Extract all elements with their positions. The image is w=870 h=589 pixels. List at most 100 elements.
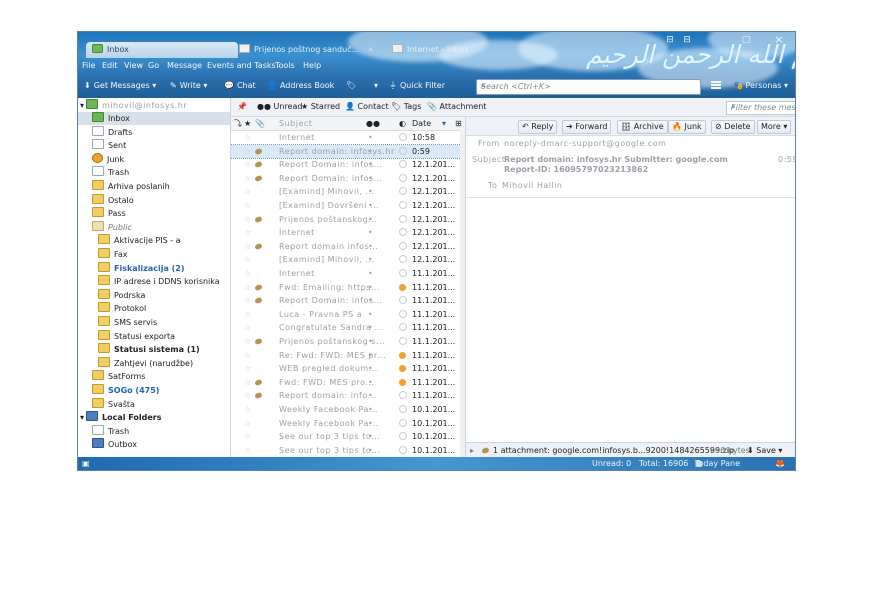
to-address[interactable]: Mihovil Hallin [502, 181, 562, 190]
unread-dot-icon[interactable]: • [368, 403, 373, 416]
close-tab-icon[interactable]: × [367, 45, 374, 54]
junk-flame-icon[interactable] [399, 281, 406, 294]
folder-item[interactable]: Junk [78, 152, 230, 166]
junk-button[interactable]: 🔥 Junk [668, 120, 706, 134]
star-toggle-icon[interactable]: ☆ [244, 389, 251, 402]
star-column-icon[interactable]: ★ [244, 117, 251, 130]
star-toggle-icon[interactable]: ☆ [244, 281, 251, 294]
thread-column-icon[interactable]: ⤵ [234, 117, 242, 130]
menu-message[interactable]: Message [167, 61, 202, 70]
date-column-header[interactable]: Date [412, 117, 431, 130]
star-toggle-icon[interactable]: ☆ [244, 321, 251, 334]
message-row[interactable]: ☆ See our top 3 tips to... • 10.1.201... [231, 444, 465, 457]
message-row[interactable]: ☆ Luca - Pravna PS a • 11.1.201... [231, 308, 465, 321]
read-status-icon[interactable] [399, 240, 407, 253]
search-icon[interactable]: ⌕ [731, 102, 795, 112]
message-row[interactable]: ☆ WEB pregled dokum... • 11.1.201... [231, 362, 465, 375]
read-status-icon[interactable] [399, 253, 407, 266]
folder-item[interactable]: Statusi sistema (1) [78, 343, 230, 356]
star-toggle-icon[interactable]: ☆ [244, 240, 251, 253]
star-toggle-icon[interactable]: ☆ [244, 362, 251, 375]
folder-item[interactable]: Aktivacije PIS - a [78, 234, 230, 247]
read-status-icon[interactable] [399, 145, 407, 158]
star-toggle-icon[interactable]: ☆ [244, 267, 251, 280]
chevron-down-icon[interactable]: ▾ [203, 81, 207, 90]
folder-item[interactable]: Fax [78, 248, 230, 261]
star-toggle-icon[interactable]: ☆ [244, 226, 251, 239]
folder-item[interactable]: Statusi exporta [78, 329, 230, 343]
tab-prijenos[interactable]: Prijenos poštnog sanduč... × [233, 42, 380, 58]
unread-dot-icon[interactable]: • [368, 185, 373, 198]
personas-button[interactable]: 🎭 Personas ▾ [733, 77, 788, 95]
message-row[interactable]: ☆ Internet • 12.1.201... [231, 226, 465, 239]
star-toggle-icon[interactable]: ☆ [244, 403, 251, 416]
read-status-icon[interactable] [399, 226, 407, 239]
message-row[interactable]: ☆ Prijenos poštanskog... • 12.1.201... [231, 213, 465, 226]
read-status-icon[interactable] [399, 294, 407, 307]
search-icon[interactable]: ⌕ [481, 81, 696, 91]
unread-dot-icon[interactable]: • [368, 376, 373, 389]
contact-filter[interactable]: 👤 Contact [345, 102, 389, 111]
read-status-icon[interactable] [399, 172, 407, 185]
message-row[interactable]: ☆ Report domain infos... • 12.1.201... [231, 240, 465, 253]
junk-flame-icon[interactable] [399, 362, 406, 375]
filter-messages-input[interactable]: Filter these messages <Ctrl+Shift+K> ⌕ [726, 101, 795, 115]
star-toggle-icon[interactable]: ☆ [244, 308, 251, 321]
unread-filter[interactable]: ●● Unread [257, 102, 302, 111]
unread-dot-icon[interactable]: • [368, 389, 373, 402]
reply-button[interactable]: ↶ Reply [518, 120, 558, 134]
message-row[interactable]: ☆ Report domain: infosys.hr • 0:59 [231, 143, 465, 159]
star-toggle-icon[interactable]: ☆ [244, 199, 251, 212]
unread-column-icon[interactable]: ●● [366, 117, 380, 130]
star-toggle-icon[interactable]: ☆ [244, 417, 251, 430]
online-status-icon[interactable]: ▣ [82, 457, 90, 470]
read-status-icon[interactable] [399, 185, 407, 198]
archive-button[interactable]: 🗄 Archive [617, 120, 668, 134]
unread-dot-icon[interactable]: • [368, 131, 373, 144]
read-status-icon[interactable] [399, 417, 407, 430]
unread-dot-icon[interactable]: • [368, 267, 373, 280]
unread-dot-icon[interactable]: • [368, 321, 373, 334]
folder-item[interactable]: Zahtjevi (narudžbe) [78, 356, 230, 370]
junk-flame-icon[interactable] [399, 376, 406, 389]
star-toggle-icon[interactable]: ☆ [244, 349, 251, 362]
read-status-icon[interactable] [399, 267, 407, 280]
read-status-icon[interactable] [399, 308, 407, 321]
unread-dot-icon[interactable]: • [368, 281, 373, 294]
folder-item[interactable]: Outbox [78, 438, 230, 451]
tab-inbox[interactable]: Inbox [86, 42, 238, 58]
folder-item[interactable]: Pass [78, 207, 230, 220]
message-row[interactable]: ☆ [Examind] Mihovil, ... • 12.1.201... [231, 185, 465, 198]
folder-item[interactable]: Podrska [78, 288, 230, 302]
attachment-filter[interactable]: 📎 Attachment [427, 102, 486, 111]
junk-flame-icon[interactable] [399, 349, 406, 362]
folder-item[interactable]: Svašta [78, 397, 230, 411]
star-toggle-icon[interactable]: ☆ [244, 376, 251, 389]
unread-dot-icon[interactable]: • [368, 294, 373, 307]
from-address[interactable]: noreply-dmarc-support@google.com [504, 139, 666, 148]
unread-dot-icon[interactable]: • [368, 430, 373, 443]
chevron-down-icon[interactable]: ▾ [374, 77, 378, 95]
read-status-icon[interactable] [399, 430, 407, 443]
folder-item[interactable]: IP adrese i DDNS korisnika [78, 275, 230, 288]
star-toggle-icon[interactable]: ☆ [244, 172, 251, 185]
folder-item[interactable]: ▾ Local Folders [78, 411, 230, 424]
unread-dot-icon[interactable]: • [368, 145, 373, 158]
folder-item[interactable]: Protokol [78, 302, 230, 315]
menu-view[interactable]: View [124, 61, 143, 70]
star-toggle-icon[interactable]: ☆ [244, 213, 251, 226]
folder-item[interactable]: SMS servis [78, 316, 230, 329]
global-search-input[interactable]: Search <Ctrl+K> ⌕ [476, 79, 701, 95]
unread-dot-icon[interactable]: • [368, 335, 373, 348]
folder-item[interactable]: Drafts [78, 125, 230, 139]
read-status-icon[interactable] [399, 321, 407, 334]
attachment-column-icon[interactable]: 📎 [255, 117, 265, 130]
column-picker-icon[interactable]: ⊞ [455, 117, 462, 130]
unread-dot-icon[interactable]: • [368, 199, 373, 212]
message-row[interactable]: ☆ [Examind] Dovršeni ... • 12.1.201... [231, 199, 465, 212]
menu-edit[interactable]: Edit [102, 61, 118, 70]
expand-attachments-icon[interactable]: ▸ [470, 443, 474, 457]
address-book-button[interactable]: 👤 Address Book [267, 77, 334, 95]
message-row[interactable]: ☆ See our top 3 tips to... • 10.1.201... [231, 430, 465, 443]
star-toggle-icon[interactable]: ☆ [244, 444, 251, 457]
